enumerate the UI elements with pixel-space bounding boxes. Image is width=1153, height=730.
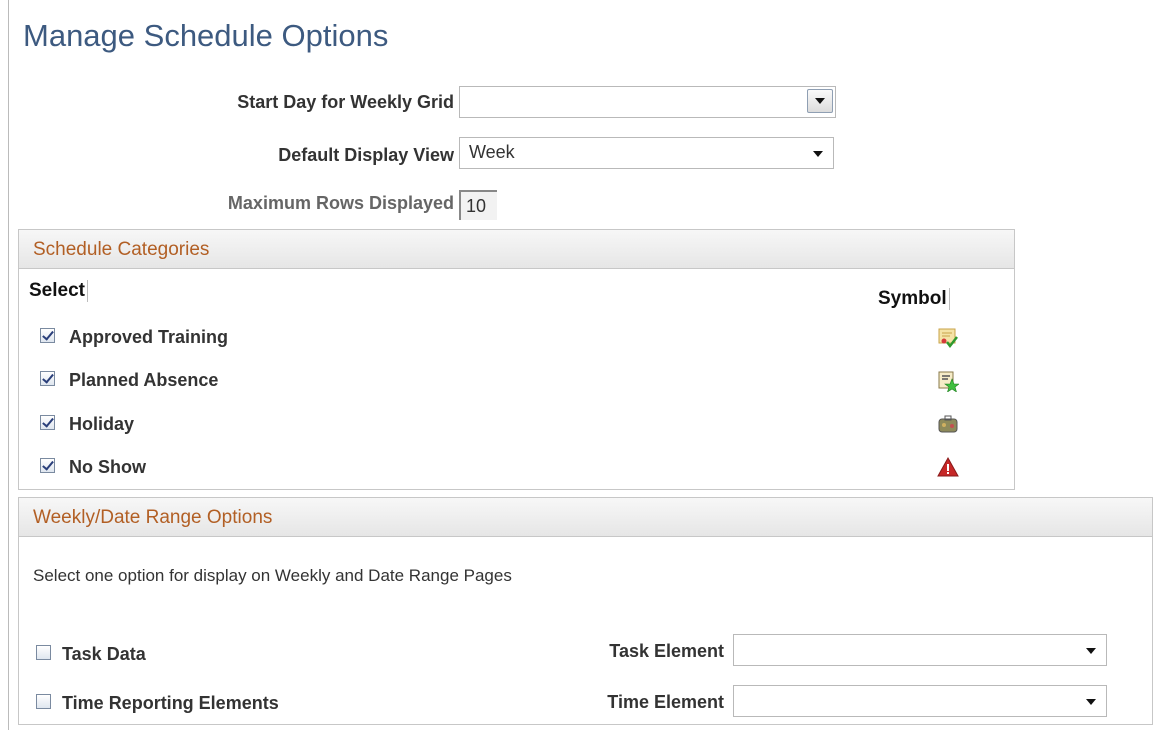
planned-absence-label: Planned Absence	[69, 370, 219, 390]
chevron-down-icon	[1086, 699, 1096, 705]
task-element-label: Task Element	[609, 641, 724, 661]
planned-absence-checkbox[interactable]	[40, 371, 55, 386]
task-data-label: Task Data	[62, 644, 146, 664]
task-data-checkbox[interactable]	[36, 645, 51, 660]
chevron-down-icon	[815, 98, 825, 104]
time-element-label: Time Element	[607, 692, 724, 712]
chevron-down-icon	[813, 151, 823, 157]
page-title: Manage Schedule Options	[23, 18, 389, 53]
select-column-header: Select	[29, 280, 88, 302]
start-day-select[interactable]	[459, 86, 836, 118]
no-show-label: No Show	[69, 457, 146, 477]
approved-training-label: Approved Training	[69, 327, 229, 347]
default-view-value: Week	[469, 142, 515, 162]
schedule-categories-group: Schedule Categories Select Symbol Approv…	[18, 229, 1015, 490]
symbol-column-header: Symbol	[878, 288, 950, 310]
default-view-select[interactable]: Week	[459, 137, 834, 169]
start-day-label: Start Day for Weekly Grid	[237, 92, 454, 112]
time-reporting-label: Time Reporting Elements	[62, 693, 279, 713]
no-show-warning-icon	[937, 456, 959, 477]
planned-absence-icon	[938, 371, 959, 392]
no-show-checkbox[interactable]	[40, 458, 55, 473]
max-rows-value: 10	[459, 190, 497, 220]
holiday-checkbox[interactable]	[40, 415, 55, 430]
weekly-instruction-text: Select one option for display on Weekly …	[33, 566, 512, 585]
schedule-categories-header: Schedule Categories	[19, 230, 1014, 269]
max-rows-label: Maximum Rows Displayed	[227, 193, 454, 213]
weekly-options-title: Weekly/Date Range Options	[33, 507, 273, 528]
chevron-down-icon	[1086, 648, 1096, 654]
holiday-icon	[938, 415, 958, 433]
task-element-select[interactable]	[733, 634, 1107, 666]
time-element-select[interactable]	[733, 685, 1107, 717]
time-reporting-checkbox[interactable]	[36, 694, 51, 709]
start-day-dropdown-button[interactable]	[807, 89, 833, 113]
default-view-label: Default Display View	[278, 145, 454, 165]
approved-training-checkbox[interactable]	[40, 328, 55, 343]
page-left-border	[8, 0, 9, 730]
schedule-categories-title: Schedule Categories	[33, 239, 210, 260]
weekly-options-group: Weekly/Date Range Options Select one opt…	[18, 497, 1153, 725]
approved-training-icon	[938, 328, 958, 349]
holiday-label: Holiday	[69, 414, 135, 434]
weekly-options-header: Weekly/Date Range Options	[19, 498, 1152, 537]
